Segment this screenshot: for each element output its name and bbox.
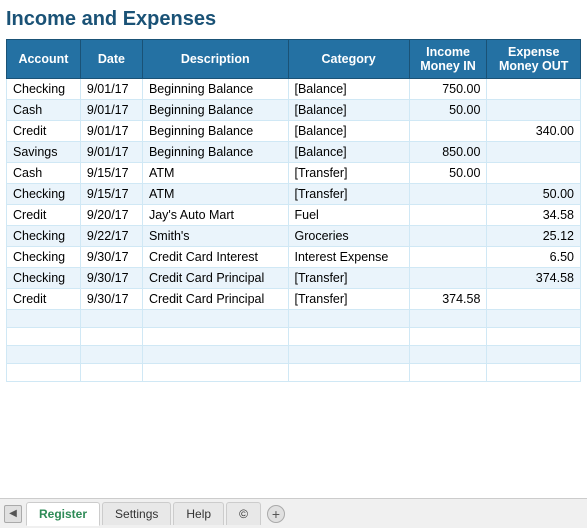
cell-expense: 34.58 [487, 205, 581, 226]
cell-account: Cash [7, 100, 81, 121]
col-description: Description [142, 40, 288, 79]
cell-expense [487, 100, 581, 121]
empty-row [7, 328, 581, 346]
cell-expense: 374.58 [487, 268, 581, 289]
cell-description: Smith's [142, 226, 288, 247]
cell-category: Fuel [288, 205, 409, 226]
table-row: Credit9/01/17Beginning Balance[Balance] 3… [7, 121, 581, 142]
cell-income: 50.00 [409, 163, 487, 184]
cell-description: ATM [142, 184, 288, 205]
cell-category: [Balance] [288, 121, 409, 142]
cell-category: [Transfer] [288, 268, 409, 289]
cell-date: 9/22/17 [80, 226, 142, 247]
scroll-left-button[interactable]: ◀ [4, 505, 22, 523]
table-row: Checking9/30/17Credit Card InterestInter… [7, 247, 581, 268]
cell-expense [487, 142, 581, 163]
col-account: Account [7, 40, 81, 79]
table-row: Credit9/20/17Jay's Auto MartFuel 34.58 [7, 205, 581, 226]
cell-expense: 50.00 [487, 184, 581, 205]
col-category: Category [288, 40, 409, 79]
cell-account: Checking [7, 184, 81, 205]
cell-income [409, 226, 487, 247]
cell-description: Jay's Auto Mart [142, 205, 288, 226]
cell-income [409, 247, 487, 268]
table-row: Cash9/01/17Beginning Balance[Balance]50.… [7, 100, 581, 121]
cell-description: Beginning Balance [142, 121, 288, 142]
table-row: Savings9/01/17Beginning Balance[Balance]… [7, 142, 581, 163]
cell-income: 750.00 [409, 79, 487, 100]
tab-copyright[interactable]: © [226, 502, 261, 525]
cell-income [409, 184, 487, 205]
add-tab-button[interactable]: + [267, 505, 285, 523]
cell-account: Savings [7, 142, 81, 163]
table-header-row: Account Date Description Category Income… [7, 40, 581, 79]
tab-settings[interactable]: Settings [102, 502, 171, 525]
empty-row [7, 310, 581, 328]
cell-income [409, 121, 487, 142]
cell-expense: 25.12 [487, 226, 581, 247]
cell-date: 9/20/17 [80, 205, 142, 226]
cell-account: Checking [7, 247, 81, 268]
cell-expense [487, 163, 581, 184]
table-row: Checking9/01/17Beginning Balance[Balance… [7, 79, 581, 100]
cell-category: [Balance] [288, 100, 409, 121]
cell-income [409, 205, 487, 226]
cell-date: 9/15/17 [80, 163, 142, 184]
empty-row [7, 346, 581, 364]
cell-description: ATM [142, 163, 288, 184]
cell-category: [Balance] [288, 79, 409, 100]
cell-category: [Balance] [288, 142, 409, 163]
cell-date: 9/15/17 [80, 184, 142, 205]
col-date: Date [80, 40, 142, 79]
table-row: Checking9/30/17Credit Card Principal[Tra… [7, 268, 581, 289]
cell-category: Groceries [288, 226, 409, 247]
cell-account: Checking [7, 268, 81, 289]
table-row: Credit9/30/17Credit Card Principal[Trans… [7, 289, 581, 310]
cell-date: 9/01/17 [80, 142, 142, 163]
cell-category: Interest Expense [288, 247, 409, 268]
cell-description: Beginning Balance [142, 79, 288, 100]
cell-description: Beginning Balance [142, 142, 288, 163]
cell-category: [Transfer] [288, 289, 409, 310]
cell-description: Credit Card Interest [142, 247, 288, 268]
tab-bar: ◀ Register Settings Help © + [0, 498, 587, 528]
cell-date: 9/30/17 [80, 247, 142, 268]
cell-account: Cash [7, 163, 81, 184]
cell-category: [Transfer] [288, 163, 409, 184]
table-row: Cash9/15/17ATM[Transfer]50.00 [7, 163, 581, 184]
cell-description: Credit Card Principal [142, 289, 288, 310]
cell-description: Credit Card Principal [142, 268, 288, 289]
cell-income [409, 268, 487, 289]
empty-row [7, 364, 581, 382]
income-expense-table: Account Date Description Category Income… [6, 39, 581, 382]
cell-income: 50.00 [409, 100, 487, 121]
cell-expense [487, 289, 581, 310]
col-income: IncomeMoney IN [409, 40, 487, 79]
page-title: Income and Expenses [6, 8, 581, 31]
cell-expense: 340.00 [487, 121, 581, 142]
cell-category: [Transfer] [288, 184, 409, 205]
tab-help[interactable]: Help [173, 502, 224, 525]
tab-register[interactable]: Register [26, 502, 100, 526]
cell-expense: 6.50 [487, 247, 581, 268]
table-row: Checking9/22/17Smith'sGroceries 25.12 [7, 226, 581, 247]
col-expense: ExpenseMoney OUT [487, 40, 581, 79]
cell-account: Credit [7, 289, 81, 310]
cell-date: 9/30/17 [80, 289, 142, 310]
cell-account: Credit [7, 205, 81, 226]
table-row: Checking9/15/17ATM[Transfer] 50.00 [7, 184, 581, 205]
cell-expense [487, 79, 581, 100]
cell-date: 9/01/17 [80, 121, 142, 142]
cell-date: 9/01/17 [80, 79, 142, 100]
cell-date: 9/30/17 [80, 268, 142, 289]
cell-income: 850.00 [409, 142, 487, 163]
cell-account: Checking [7, 226, 81, 247]
cell-income: 374.58 [409, 289, 487, 310]
cell-description: Beginning Balance [142, 100, 288, 121]
cell-account: Checking [7, 79, 81, 100]
cell-date: 9/01/17 [80, 100, 142, 121]
cell-account: Credit [7, 121, 81, 142]
